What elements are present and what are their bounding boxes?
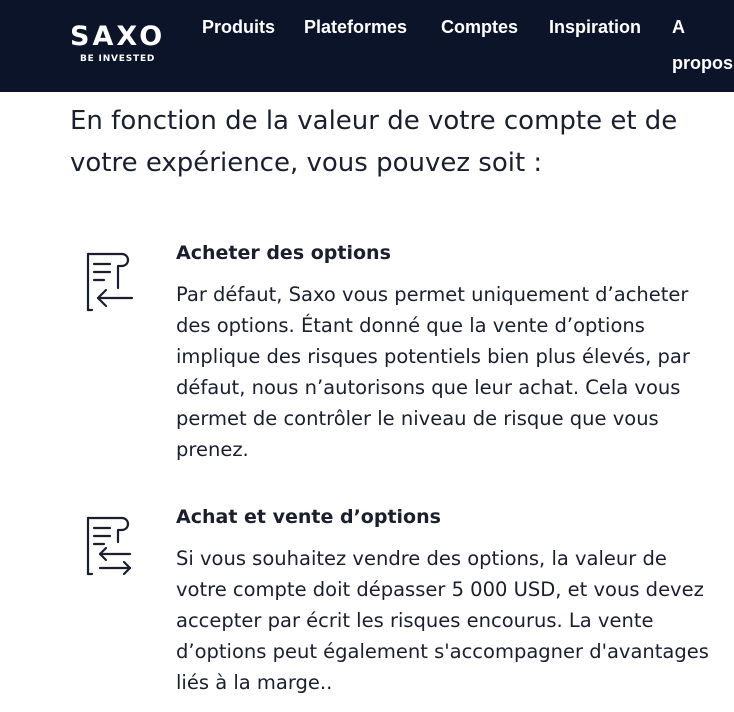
- logo-wordmark: SAXO: [70, 21, 166, 52]
- item-description: Si vous souhaitez vendre des options, la…: [176, 547, 709, 694]
- logo-tagline: BE INVESTED: [80, 54, 156, 64]
- document-arrow-left-icon: [84, 248, 136, 312]
- saxo-logo[interactable]: SAXO BE INVESTED: [70, 21, 166, 65]
- item-title: Achat et vente d’options: [176, 506, 441, 528]
- item-description: Par défaut, Saxo vous permet uniquement …: [176, 283, 690, 461]
- nav-link-produits[interactable]: Produits: [202, 15, 275, 39]
- item-title: Acheter des options: [176, 242, 391, 264]
- nav-link-inspiration[interactable]: Inspiration: [549, 15, 641, 39]
- top-navigation-bar: SAXO BE INVESTED Produits Plateformes Co…: [0, 0, 734, 92]
- section-heading: En fonction de la valeur de votre compte…: [70, 106, 678, 178]
- nav-link-plateformes[interactable]: Plateformes: [304, 15, 407, 39]
- nav-link-comptes[interactable]: Comptes: [441, 15, 518, 39]
- main-content: En fonction de la valeur de votre compte…: [70, 100, 730, 184]
- nav-link-a-propos[interactable]: A propos: [672, 9, 734, 81]
- document-arrows-exchange-icon: [84, 512, 136, 576]
